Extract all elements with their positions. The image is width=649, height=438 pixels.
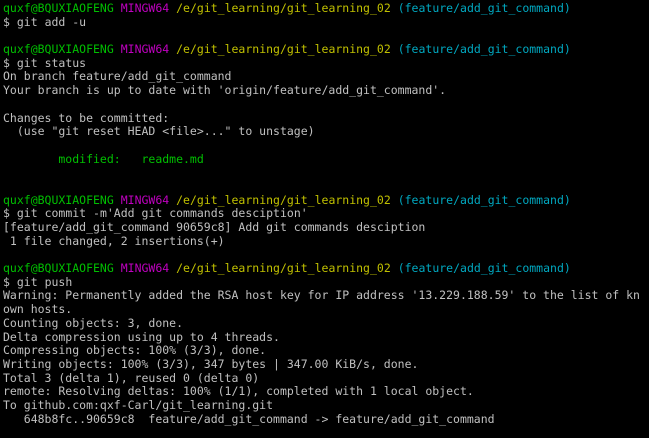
command-text: git add -u [16,14,87,29]
prompt-system: MINGW64 [120,192,170,207]
command-text: git push [16,274,73,289]
output-line: (use "git reset HEAD <file>..." to unsta… [3,124,315,139]
output-line: Warning: Permanently added the RSA host … [3,288,640,303]
prompt-path: /e/git_learning/git_learning_02 [176,42,391,57]
output-line: On branch feature/add_git_command [3,69,232,84]
output-line: 648b8fc..90659c8 feature/add_git_command… [3,411,495,426]
prompt-symbol: $ [3,206,10,221]
prompt-line: quxf@BQUXIAOFENG MINGW64 /e/git_learning… [3,192,649,208]
prompt-path: /e/git_learning/git_learning_02 [176,192,391,207]
output-line: remote: Resolving deltas: 100% (1/1), co… [3,384,474,399]
command-line: $ git commit -m'Add git commands descipt… [3,206,649,221]
output-line: Writing objects: 100% (3/3), 347 bytes |… [3,356,419,371]
output-line: modified: readme.md [3,151,204,166]
output-line: Changes to be committed: [3,110,170,125]
output-line: [feature/add_git_command 90659c8] Add gi… [3,220,426,234]
command-line: $ git push [3,274,649,290]
output-line: Delta compression using up to 4 threads. [3,329,280,344]
output-line: Your branch is up to date with 'origin/f… [3,83,447,98]
prompt-symbol: $ [3,55,10,70]
prompt-system: MINGW64 [120,261,170,276]
prompt-line: quxf@BQUXIAOFENG MINGW64 /e/git_learning… [3,1,649,16]
prompt-symbol: $ [3,14,10,29]
prompt-branch: (feature/add_git_command) [397,261,571,276]
prompt-user-host: quxf@BQUXIAOFENG [3,192,114,207]
prompt-symbol: $ [3,274,10,289]
prompt-line: quxf@BQUXIAOFENG MINGW64 /e/git_learning… [3,261,649,276]
prompt-branch: (feature/add_git_command) [397,1,571,15]
prompt-path: /e/git_learning/git_learning_02 [176,1,391,15]
prompt-path: /e/git_learning/git_learning_02 [176,261,391,276]
output-line: Counting objects: 3, done. [3,315,184,330]
prompt-system: MINGW64 [120,1,170,15]
output-line: 1 file changed, 2 insertions(+) [3,233,225,248]
output-line: To github.com:qxf-Carl/git_learning.git [3,397,274,412]
output-line: Total 3 (delta 1), reused 0 (delta 0) [3,370,260,385]
prompt-system: MINGW64 [120,42,170,57]
command-line: $ git add -u [3,14,649,30]
output-line: Compressing objects: 100% (3/3), done. [3,343,267,358]
prompt-user-host: quxf@BQUXIAOFENG [3,1,114,15]
command-text: git status [16,55,87,70]
output-line: own hosts. [3,302,73,317]
prompt-line: quxf@BQUXIAOFENG MINGW64 /e/git_learning… [3,42,649,57]
command-line: $ git status [3,55,649,71]
prompt-branch: (feature/add_git_command) [397,42,571,57]
prompt-user-host: quxf@BQUXIAOFENG [3,261,114,276]
command-text: git commit -m'Add git commands desciptio… [16,206,308,221]
terminal-window[interactable]: quxf@BQUXIAOFENG MINGW64 /e/git_learning… [0,0,649,438]
prompt-user-host: quxf@BQUXIAOFENG [3,42,114,57]
prompt-branch: (feature/add_git_command) [397,192,571,207]
